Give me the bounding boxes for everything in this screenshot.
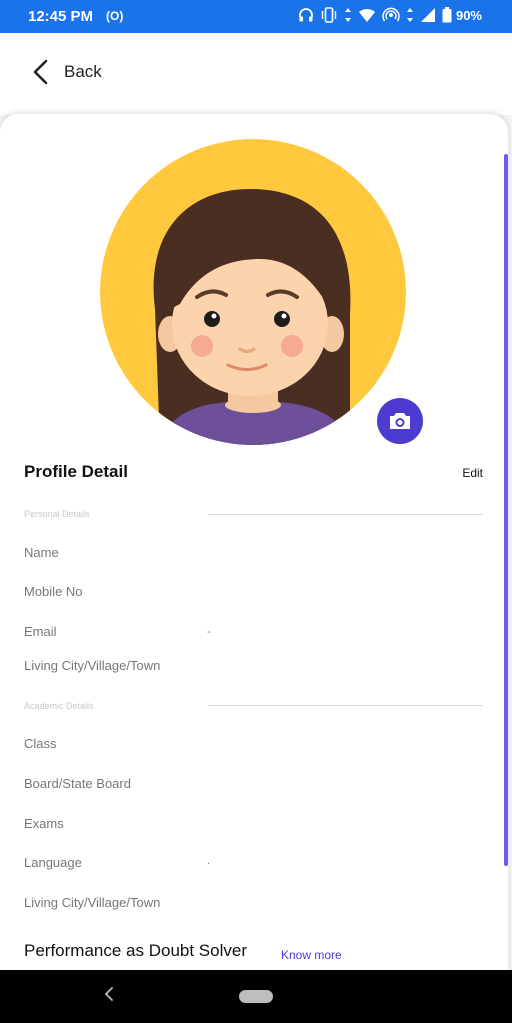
academic-divider (208, 705, 483, 706)
field-label-email: Email (24, 624, 57, 639)
back-button[interactable]: Back (32, 59, 102, 85)
headphones-icon (299, 8, 313, 22)
data-arrows-icon-2 (407, 8, 413, 22)
field-label-city: Living City/Village/Town (24, 658, 161, 673)
field-label-language: Language (24, 855, 82, 870)
battery-icon (442, 7, 452, 23)
personal-divider (208, 514, 483, 515)
profile-card: Profile Detail Edit Personal Details Nam… (0, 114, 508, 974)
vibrate-icon (321, 7, 337, 23)
top-header: Back (0, 33, 512, 115)
wifi-icon (359, 8, 375, 22)
field-label-board: Board/State Board (24, 776, 131, 791)
change-photo-button[interactable] (377, 398, 423, 444)
academic-details-label: Academic Details (24, 701, 94, 711)
nav-home-button[interactable] (239, 990, 273, 1003)
avatar (100, 139, 406, 445)
nav-back-button[interactable] (104, 986, 114, 1007)
field-label-mobile: Mobile No (24, 584, 83, 599)
personal-details-label: Personal Details (24, 509, 90, 519)
field-label-exams: Exams (24, 816, 64, 831)
camera-icon (390, 413, 410, 429)
data-arrows-icon (345, 8, 351, 22)
performance-title: Performance as Doubt Solver (24, 941, 247, 960)
nav-back-icon (104, 987, 113, 1001)
profile-detail-title: Profile Detail (24, 462, 128, 481)
status-icons (298, 7, 452, 23)
field-label-class: Class (24, 736, 57, 751)
field-label-academic-city: Living City/Village/Town (24, 895, 161, 910)
status-time: 12:45 PM (28, 8, 94, 25)
battery-percent: 90% (455, 8, 482, 23)
signal-icon (421, 8, 435, 22)
back-label: Back (64, 62, 102, 81)
hotspot-icon (382, 7, 400, 22)
field-value-email: - (207, 626, 211, 638)
status-bar: 12:45 PM (O) 90% (0, 0, 512, 33)
radio-indicator: (O) (106, 9, 124, 23)
field-label-name: Name (24, 545, 59, 560)
system-nav-bar (0, 970, 512, 1023)
scrollbar[interactable] (504, 154, 508, 866)
edit-button[interactable]: Edit (462, 466, 483, 480)
know-more-link[interactable]: Know more (281, 948, 342, 962)
field-value-language: . (207, 855, 211, 867)
chevron-left-icon (33, 59, 48, 85)
